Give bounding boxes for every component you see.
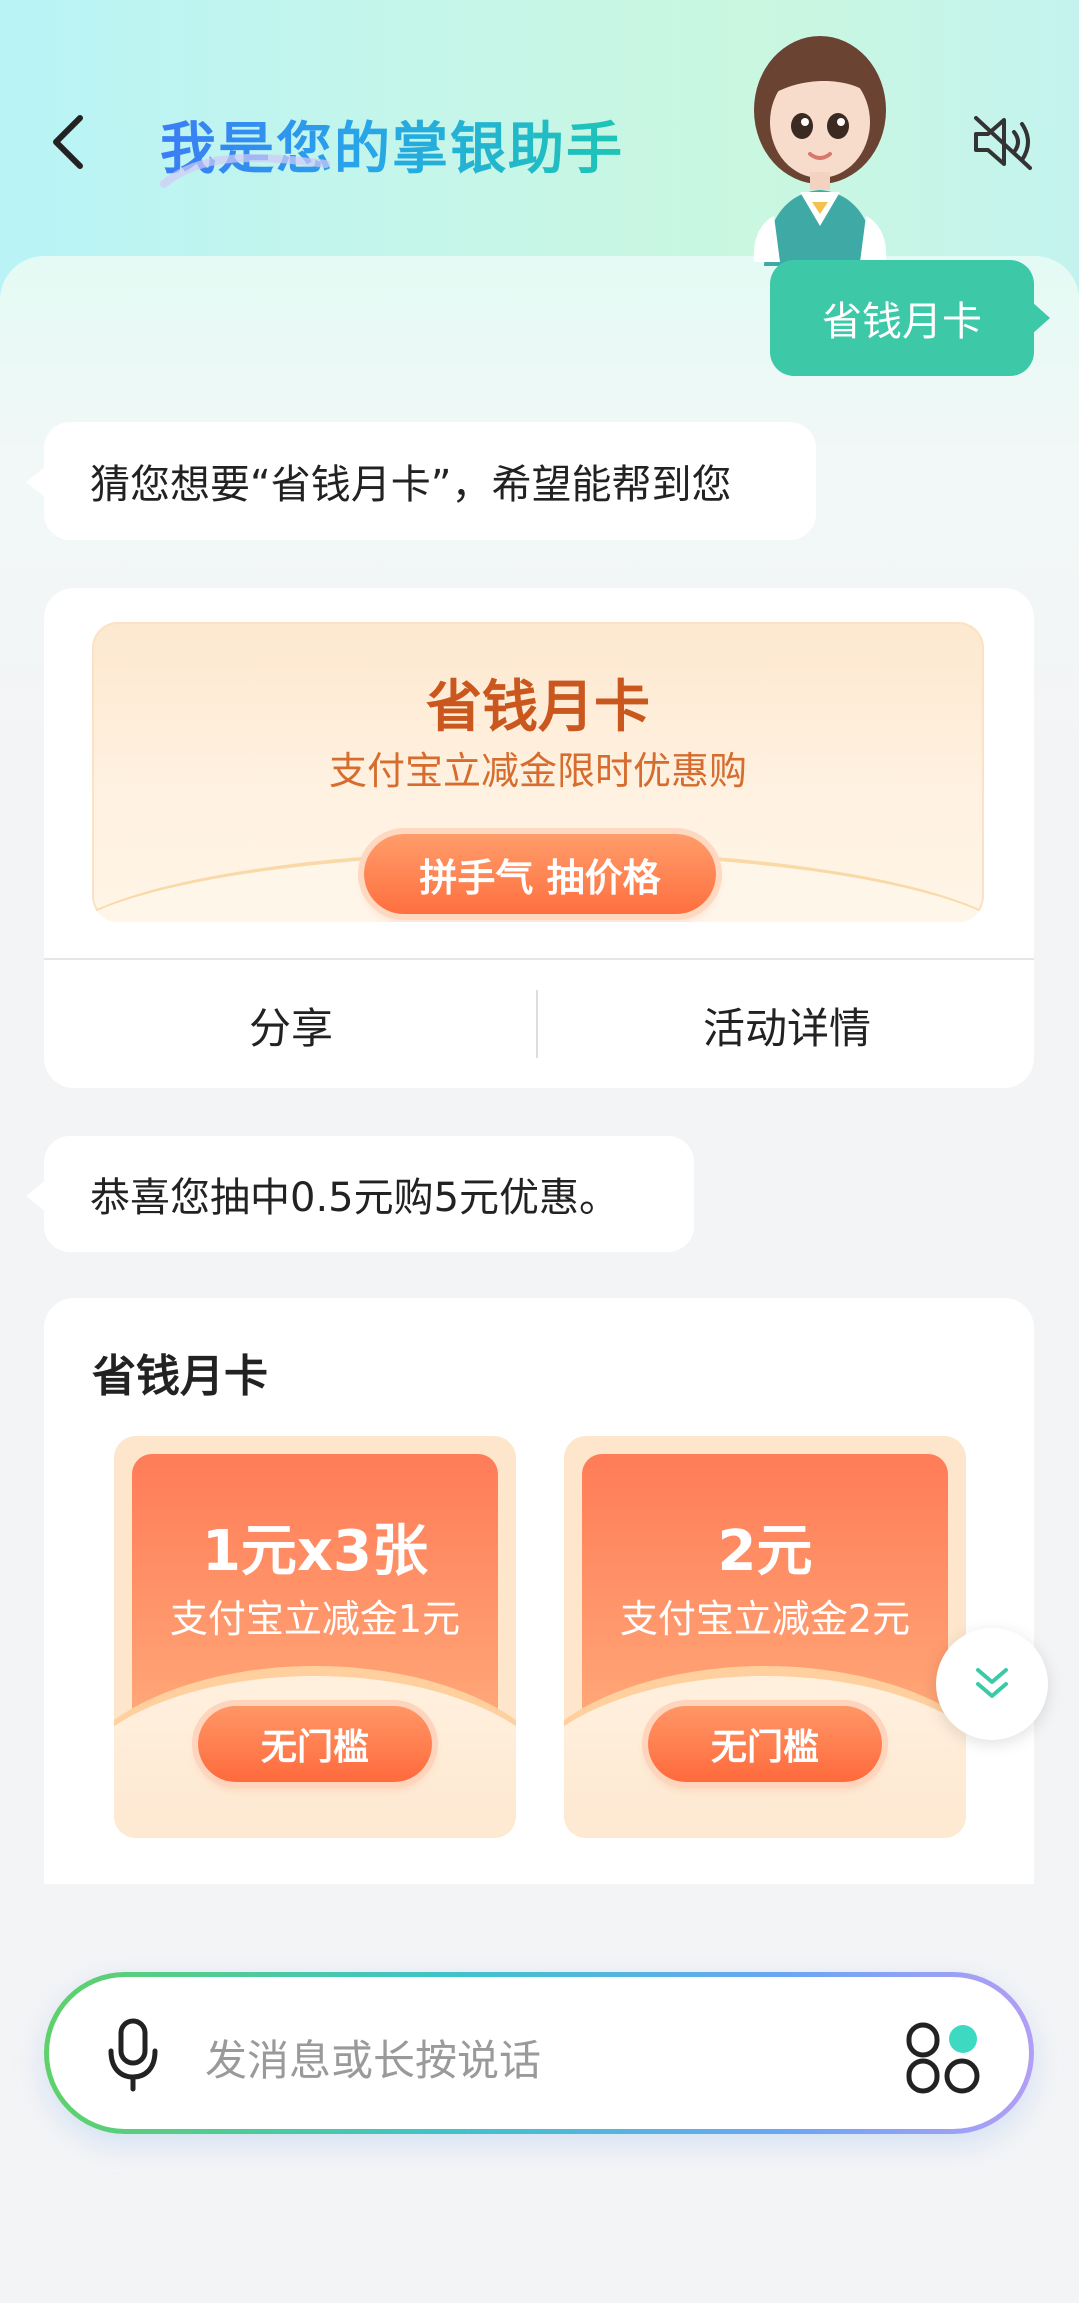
bot-message: 猜您想要“省钱月卡”，希望能帮到您 (26, 422, 816, 540)
share-button[interactable]: 分享 (44, 960, 538, 1088)
coupon-item[interactable]: 2元 支付宝立减金2元 无门槛 (564, 1436, 966, 1838)
bot-message: 恭喜您抽中0.5元购5元优惠。 (26, 1136, 694, 1252)
title-swoosh-decoration (160, 154, 330, 188)
promo-title: 省钱月卡 (426, 675, 650, 740)
apps-icon[interactable] (903, 2021, 983, 2097)
promo-banner[interactable]: 省钱月卡 支付宝立减金限时优惠购 拼手气 抽价格 (92, 622, 984, 922)
back-icon[interactable] (48, 112, 88, 172)
promo-card: 省钱月卡 支付宝立减金限时优惠购 拼手气 抽价格 分享 活动详情 (44, 588, 1034, 1088)
coupon-amount: 1元x3张 (201, 1519, 429, 1584)
coupon-item[interactable]: 1元x3张 支付宝立减金1元 无门槛 (114, 1436, 516, 1838)
coupon-description: 支付宝立减金1元 (169, 1597, 461, 1641)
coupon-threshold-button[interactable]: 无门槛 (198, 1706, 432, 1782)
coupon-description: 支付宝立减金2元 (619, 1597, 911, 1641)
scroll-to-bottom-button[interactable] (936, 1628, 1048, 1740)
microphone-icon[interactable] (103, 2017, 163, 2093)
avatar-assistant[interactable] (740, 26, 900, 266)
message-input-bar: 发消息或长按说话 (44, 1972, 1034, 2134)
mute-icon[interactable] (970, 112, 1036, 172)
coupon-amount: 2元 (717, 1519, 813, 1584)
lucky-draw-button[interactable]: 拼手气 抽价格 (364, 834, 716, 914)
user-message: 省钱月卡 (770, 260, 1050, 376)
divider (536, 990, 538, 1058)
promo-actions: 分享 活动详情 (44, 958, 1034, 1088)
coupon-threshold-button[interactable]: 无门槛 (648, 1706, 882, 1782)
promo-subtitle: 支付宝立减金限时优惠购 (328, 749, 747, 793)
chevron-double-down-icon (976, 1668, 1008, 1698)
coupon-card-title: 省钱月卡 (92, 1351, 268, 1402)
coupon-card: 省钱月卡 1元x3张 支付宝立减金1元 无门槛 2元 支付宝立减金2元 无门槛 (44, 1298, 1034, 1884)
message-input-field[interactable]: 发消息或长按说话 (49, 1977, 1029, 2129)
input-placeholder: 发消息或长按说话 (205, 2036, 542, 2085)
activity-details-button[interactable]: 活动详情 (540, 960, 1034, 1088)
